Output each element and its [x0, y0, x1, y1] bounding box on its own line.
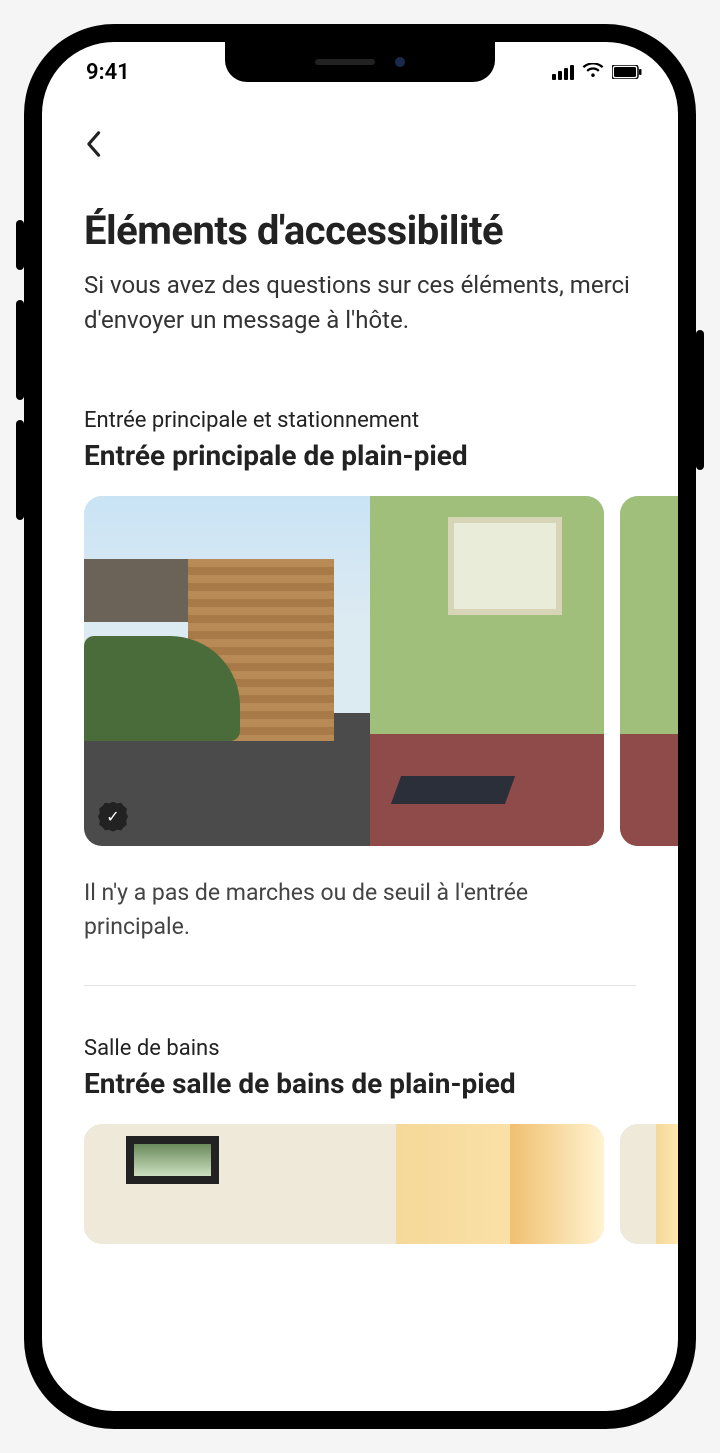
cellular-icon — [552, 65, 574, 80]
verified-badge-icon: ✓ — [98, 802, 128, 832]
wifi-icon — [582, 60, 604, 85]
section-title: Entrée principale de plain-pied — [84, 439, 636, 472]
accessibility-photo-next[interactable] — [620, 1124, 678, 1244]
back-button[interactable] — [84, 132, 102, 165]
photo-carousel[interactable]: ✓ — [84, 496, 678, 846]
section-divider — [84, 985, 636, 986]
section-title: Entrée salle de bains de plain-pied — [84, 1067, 636, 1100]
section-category: Salle de bains — [84, 1036, 636, 1061]
accessibility-photo-next[interactable] — [620, 496, 678, 846]
section-caption: Il n'y a pas de marches ou de seuil à l'… — [84, 876, 636, 945]
accessibility-photo[interactable]: ✓ — [84, 496, 604, 846]
accessibility-photo[interactable] — [84, 1124, 604, 1244]
screen: 9:41 Éléments d'accessibilité Si vous av… — [42, 42, 678, 1411]
page-subtitle: Si vous avez des questions sur ces éléme… — [84, 268, 636, 338]
device-notch — [225, 42, 495, 82]
phone-frame: 9:41 Éléments d'accessibilité Si vous av… — [24, 24, 696, 1429]
page-content[interactable]: Éléments d'accessibilité Si vous avez de… — [42, 102, 678, 1411]
photo-carousel[interactable] — [84, 1124, 678, 1244]
battery-icon — [612, 60, 642, 85]
section-category: Entrée principale et stationnement — [84, 408, 636, 433]
status-time: 9:41 — [86, 60, 130, 85]
page-title: Éléments d'accessibilité — [84, 207, 636, 254]
